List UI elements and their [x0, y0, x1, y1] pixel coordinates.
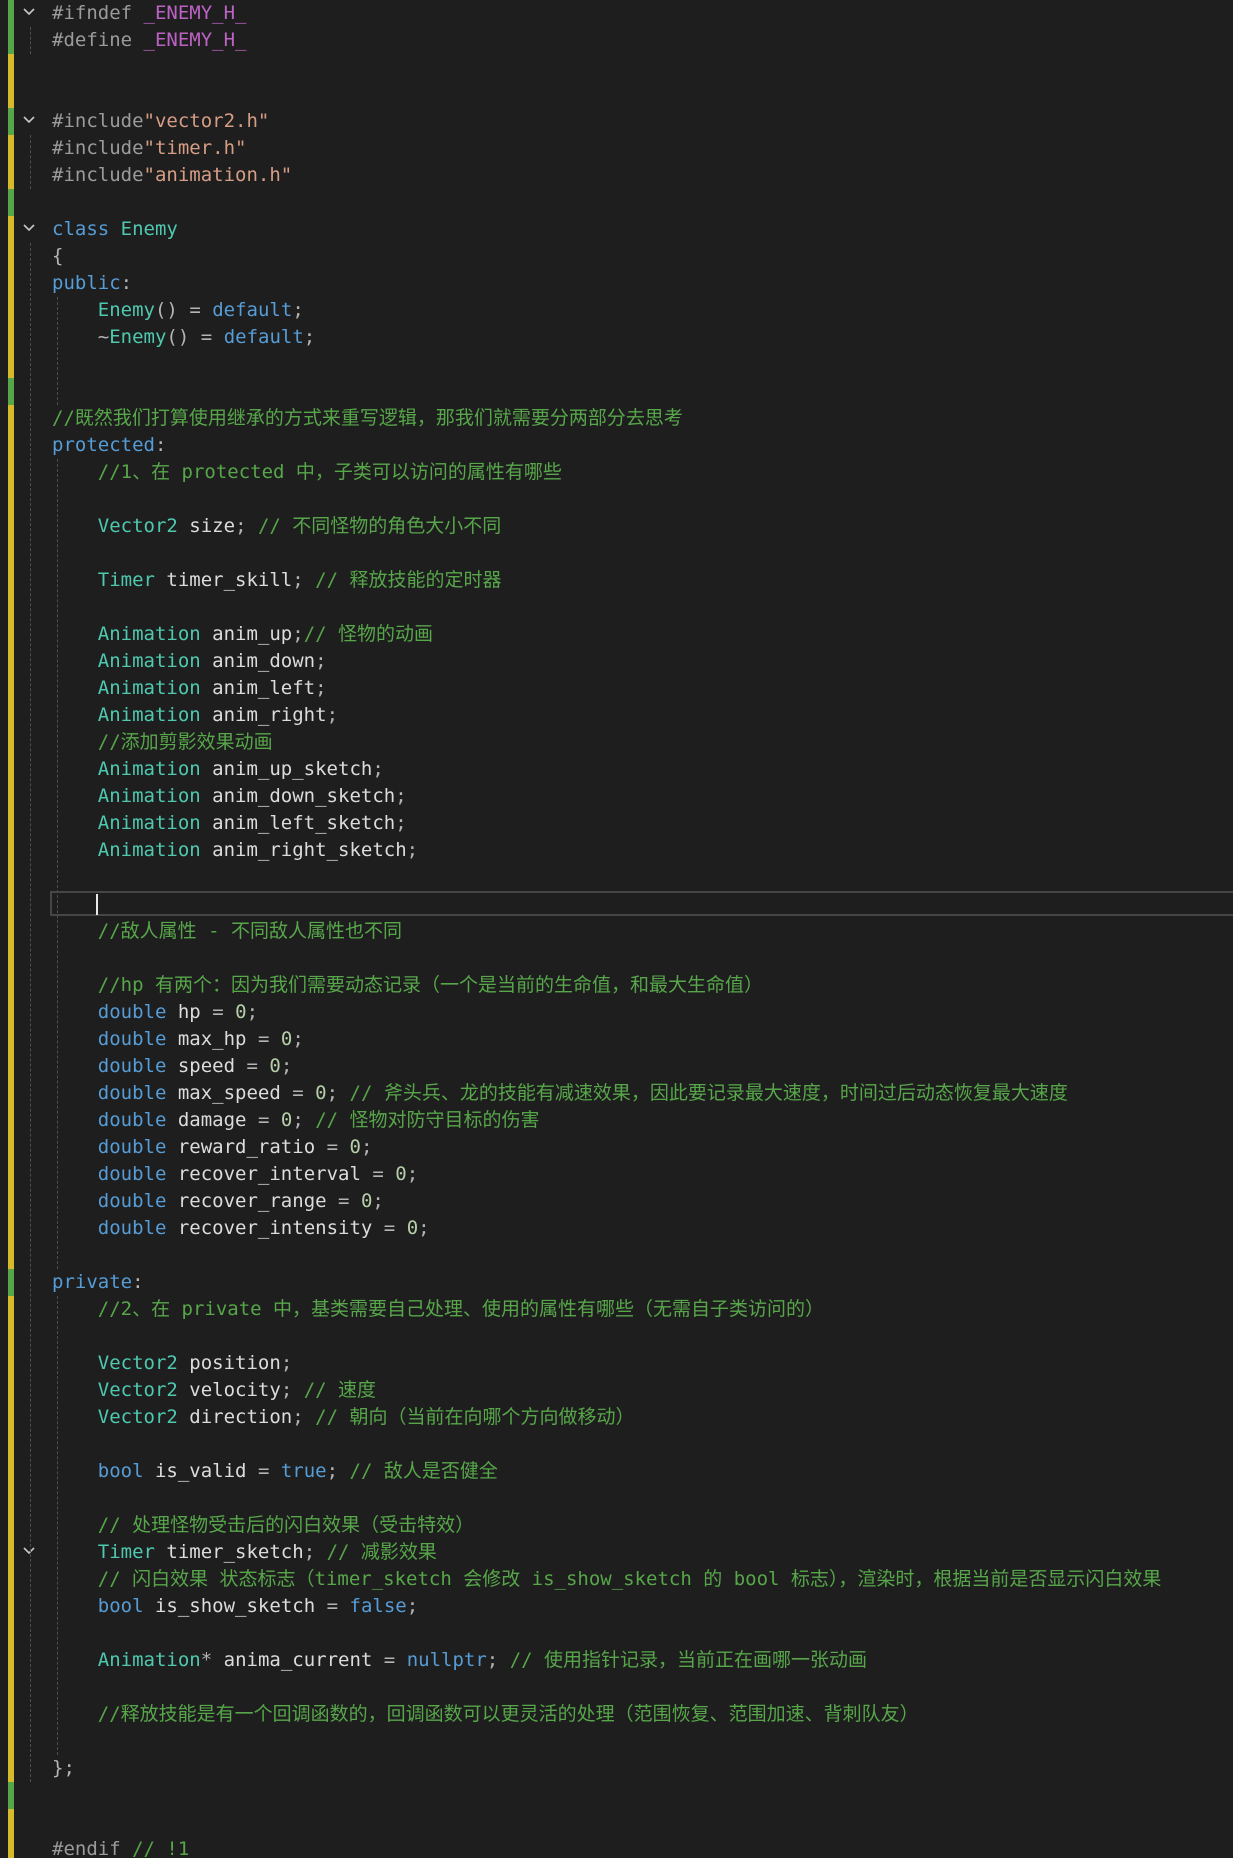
added-lines-marker — [8, 108, 14, 135]
code-line[interactable]: //既然我们打算使用继承的方式来重写逻辑，那我们就需要分两部分去思考 — [52, 405, 683, 432]
code-line[interactable]: Vector2 size; // 不同怪物的角色大小不同 — [52, 513, 502, 540]
code-line[interactable]: class Enemy — [52, 216, 178, 243]
text-caret — [96, 894, 98, 915]
current-line-highlight — [50, 891, 1233, 916]
indent-guide — [30, 27, 31, 54]
code-line[interactable]: // 处理怪物受击后的闪白效果（受击特效） — [52, 1512, 474, 1539]
code-line[interactable]: Vector2 direction; // 朝向（当前在向哪个方向做移动） — [52, 1404, 635, 1431]
code-line[interactable]: public: — [52, 270, 132, 297]
code-line[interactable]: #define _ENEMY_H_ — [52, 27, 246, 54]
code-line[interactable]: Animation anim_down_sketch; — [52, 783, 407, 810]
modified-lines-marker — [8, 405, 14, 1269]
code-line[interactable]: bool is_show_sketch = false; — [52, 1593, 418, 1620]
code-line[interactable]: double recover_interval = 0; — [52, 1161, 418, 1188]
code-line[interactable]: Animation anim_right_sketch; — [52, 837, 418, 864]
code-line[interactable]: { — [52, 243, 63, 270]
code-line[interactable]: Animation anim_down; — [52, 648, 327, 675]
code-line[interactable]: }; — [52, 1755, 75, 1782]
modified-lines-marker — [8, 1296, 14, 1782]
code-line[interactable]: //1、在 protected 中，子类可以访问的属性有哪些 — [52, 459, 562, 486]
code-line[interactable]: // 闪白效果 状态标志（timer_sketch 会修改 is_show_sk… — [52, 1566, 1162, 1593]
code-line[interactable]: //敌人属性 - 不同敌人属性也不同 — [52, 918, 402, 945]
code-line[interactable]: Vector2 velocity; // 速度 — [52, 1377, 376, 1404]
code-line[interactable]: double max_hp = 0; — [52, 1026, 304, 1053]
code-line[interactable]: Timer timer_sketch; // 减影效果 — [52, 1539, 437, 1566]
code-line[interactable]: //hp 有两个：因为我们需要动态记录（一个是当前的生命值，和最大生命值） — [52, 972, 763, 999]
code-line[interactable]: double recover_range = 0; — [52, 1188, 384, 1215]
code-line[interactable]: bool is_valid = true; // 敌人是否健全 — [52, 1458, 498, 1485]
code-line[interactable]: Animation anim_up;// 怪物的动画 — [52, 621, 433, 648]
code-line[interactable]: Animation anim_left_sketch; — [52, 810, 407, 837]
code-line[interactable]: //添加剪影效果动画 — [52, 729, 273, 756]
code-line[interactable]: #endif // !1 — [52, 1836, 189, 1858]
code-line[interactable]: //释放技能是有一个回调函数的，回调函数可以更灵活的处理（范围恢复、范围加速、背… — [52, 1701, 919, 1728]
code-line[interactable]: private: — [52, 1269, 144, 1296]
code-line[interactable]: protected: — [52, 432, 166, 459]
code-line[interactable]: double reward_ratio = 0; — [52, 1134, 373, 1161]
indent-guide — [30, 243, 31, 1782]
code-line[interactable]: Timer timer_skill; // 释放技能的定时器 — [52, 567, 502, 594]
chevron-down-icon[interactable] — [21, 221, 37, 237]
code-line[interactable]: double damage = 0; // 怪物对防守目标的伤害 — [52, 1107, 540, 1134]
modified-lines-marker — [8, 216, 14, 378]
code-line[interactable]: //2、在 private 中，基类需要自己处理、使用的属性有哪些（无需自子类访… — [52, 1296, 824, 1323]
code-line[interactable]: double recover_intensity = 0; — [52, 1215, 430, 1242]
modified-lines-marker — [8, 54, 14, 108]
modified-lines-marker — [8, 1809, 14, 1858]
code-line[interactable]: #include"timer.h" — [52, 135, 246, 162]
code-line[interactable]: Enemy() = default; — [52, 297, 304, 324]
code-editor[interactable]: #ifndef _ENEMY_H_ #define _ENEMY_H_ #inclu… — [0, 0, 1233, 1858]
code-line[interactable]: Animation anim_left; — [52, 675, 327, 702]
indent-guide — [30, 135, 31, 189]
code-line[interactable]: #include"animation.h" — [52, 162, 292, 189]
added-lines-marker — [8, 1782, 14, 1809]
code-line[interactable]: double hp = 0; — [52, 999, 258, 1026]
modified-lines-marker — [8, 135, 14, 189]
code-line[interactable]: double speed = 0; — [52, 1053, 293, 1080]
chevron-down-icon[interactable] — [21, 5, 37, 21]
added-lines-marker — [8, 189, 14, 216]
code-line[interactable]: #include"vector2.h" — [52, 108, 269, 135]
code-line[interactable]: Animation* anima_current = nullptr; // 使… — [52, 1647, 867, 1674]
code-line[interactable]: Vector2 position; — [52, 1350, 293, 1377]
added-lines-marker — [8, 1269, 14, 1296]
editor-gutter — [0, 0, 48, 1858]
code-line[interactable]: double max_speed = 0; // 斧头兵、龙的技能有减速效果，因… — [52, 1080, 1068, 1107]
added-lines-marker — [8, 378, 14, 405]
chevron-down-icon[interactable] — [21, 113, 37, 129]
added-lines-marker — [8, 0, 14, 54]
code-line[interactable]: ~Enemy() = default; — [52, 324, 315, 351]
code-line[interactable]: Animation anim_right; — [52, 702, 338, 729]
code-line[interactable]: Animation anim_up_sketch; — [52, 756, 384, 783]
code-line[interactable] — [52, 891, 98, 918]
chevron-down-icon[interactable] — [21, 1544, 37, 1560]
code-line[interactable]: #ifndef _ENEMY_H_ — [52, 0, 246, 27]
